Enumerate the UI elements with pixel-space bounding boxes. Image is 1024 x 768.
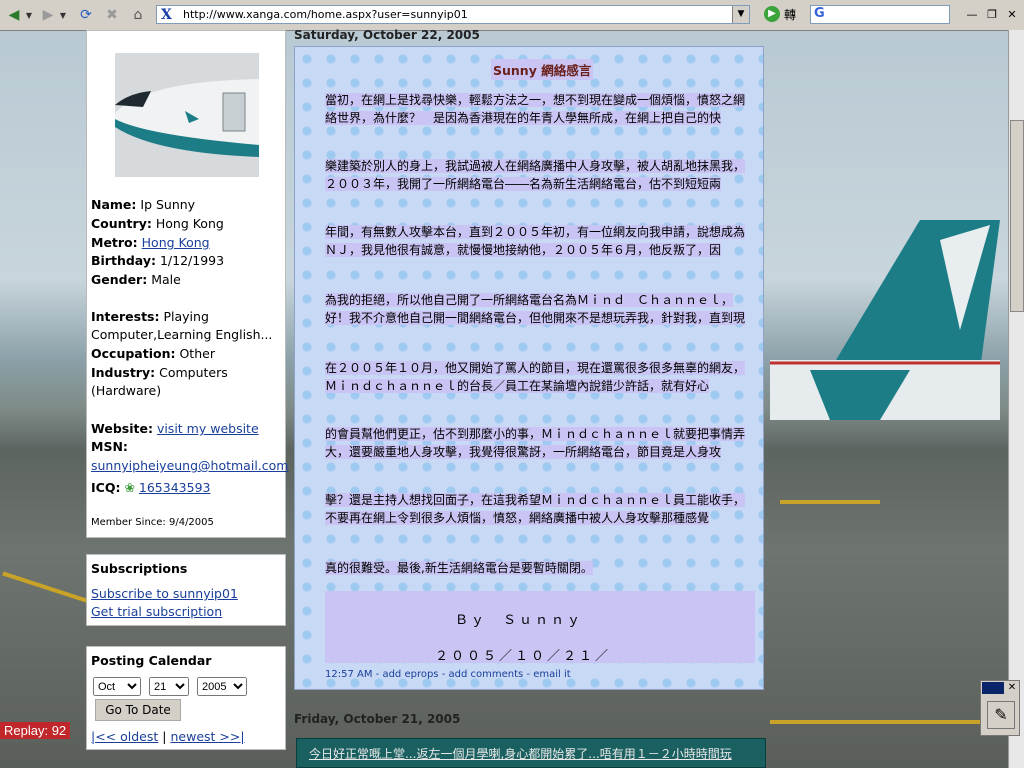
website-link[interactable]: visit my website: [157, 421, 259, 436]
post-title: Sunny 網絡感言: [491, 59, 594, 80]
google-logo: G: [814, 6, 825, 21]
browser-toolbar: ◀ ▼ ▶ ▼ ⟳ ✖ ⌂ X http://www.xanga.com/hom…: [0, 0, 1024, 31]
nav-separator: |: [162, 729, 167, 744]
subscribe-link[interactable]: Subscribe to sunnyip01: [91, 586, 238, 601]
subscriptions-title: Subscriptions: [91, 561, 188, 576]
go-to-date-button[interactable]: Go To Date: [95, 699, 181, 721]
profile-industry-cont: (Hardware): [91, 383, 162, 398]
address-url: http://www.xanga.com/home.aspx?user=sunn…: [183, 8, 468, 21]
subscriptions-panel: Subscriptions Subscribe to sunnyip01 Get…: [86, 554, 286, 626]
day-select[interactable]: 21: [149, 677, 189, 696]
trial-subscription-link[interactable]: Get trial subscription: [91, 604, 222, 619]
icq-flower-icon: ❀: [124, 480, 135, 495]
post-meta: 12:57 AM - add eprops - add comments - e…: [325, 669, 571, 680]
scrollbar-thumb[interactable]: [1010, 120, 1024, 312]
post-time-link[interactable]: 12:57 AM: [325, 669, 372, 680]
posting-calendar-panel: Posting Calendar Oct 21 2005 Go To Date …: [86, 646, 286, 750]
airplane-tail-image: [770, 220, 1000, 420]
post-signature-date: ２００５／１０／２１／: [325, 645, 755, 664]
replay-indicator: Replay: 92: [0, 722, 71, 739]
oldest-link[interactable]: |<< oldest: [91, 729, 158, 744]
back-arrow-icon[interactable]: ◀: [4, 5, 24, 25]
profile-photo-airplane: [115, 53, 259, 177]
mini-window-titlebar: [982, 682, 1004, 694]
pen-tool-icon[interactable]: ✎: [987, 701, 1015, 729]
post-paragraph: 當初，在網上是找尋快樂，輕鬆方法之一，想不到現在變成一個煩惱，憤怒之網絡世界，為…: [325, 93, 746, 125]
post-paragraph: 為我的拒絕，所以他自己開了一所網絡電台名為Ｍｉｎｄ Ｃｈａｎｎｅｌ，好！我不介意…: [325, 293, 746, 325]
trial-row: Get trial subscription: [91, 604, 222, 619]
post-paragraph: 真的很難受。最後,新生活網絡電台是要暫時關閉。: [325, 561, 593, 575]
runway-marking: [780, 500, 880, 504]
address-dropdown-icon[interactable]: ▼: [732, 6, 749, 23]
email-it-link[interactable]: email it: [533, 669, 570, 680]
address-bar[interactable]: X http://www.xanga.com/home.aspx?user=su…: [156, 5, 750, 24]
profile-occupation-row: Occupation: Other: [91, 346, 215, 361]
xanga-favicon-icon: X: [161, 7, 172, 23]
post-paragraph: 的會員幫他們更正，估不到那麼小的事，Ｍｉｎｄｃｈａｎｎｅｌ就要把事情弄大，還要嚴…: [325, 427, 746, 459]
profile-name-row: Name: Ip Sunny: [91, 197, 196, 212]
profile-country-row: Country: Hong Kong: [91, 216, 224, 231]
year-select[interactable]: 2005: [197, 677, 247, 696]
add-comments-link[interactable]: add comments: [448, 669, 523, 680]
back-dropdown-icon[interactable]: ▼: [24, 5, 34, 25]
profile-interests-row: Interests: Playing: [91, 309, 209, 324]
post-paragraph: 年間，有無數人攻擊本台，直到２００５年初，有一位網友向我申請，說想成為ＮＪ，我見…: [325, 225, 746, 257]
post-date-header: Saturday, October 22, 2005: [294, 28, 480, 42]
profile-gender-row: Gender: Male: [91, 272, 181, 287]
signature-spacer: [325, 627, 755, 645]
signature-spacer: [325, 591, 755, 609]
subscribe-row: Subscribe to sunnyip01: [91, 586, 238, 601]
profile-birthday-row: Birthday: 1/12/1993: [91, 253, 225, 268]
runway-marking: [770, 720, 1000, 724]
icq-link[interactable]: 165343593: [139, 480, 211, 495]
calendar-nav: |<< oldest | newest >>|: [91, 729, 245, 744]
profile-msn-label: MSN:: [91, 439, 128, 454]
post-paragraph: 在２００５年１０月，他又開始了罵人的節目，現在還罵很多很多無辜的網友，Ｍｉｎｄｃ…: [325, 361, 746, 393]
add-eprops-link[interactable]: add eprops: [382, 669, 438, 680]
restore-button[interactable]: ❐: [984, 7, 1000, 22]
month-select[interactable]: Oct: [93, 677, 141, 696]
post-paragraph: 樂建築於別人的身上，我試過被人在網絡廣播中人身攻擊，被人胡亂地抹黑我，２００３年…: [325, 159, 746, 191]
close-window-button[interactable]: ✕: [1004, 7, 1020, 22]
stop-icon[interactable]: ✖: [102, 5, 122, 25]
home-icon[interactable]: ⌂: [128, 5, 148, 25]
go-label[interactable]: 轉: [784, 6, 796, 23]
newest-link[interactable]: newest >>|: [170, 729, 244, 744]
blog-post: Sunny 網絡感言 當初，在網上是找尋快樂，輕鬆方法之一，想不到現在變成一個煩…: [294, 46, 764, 690]
google-search-box[interactable]: G: [810, 5, 950, 24]
metro-link[interactable]: Hong Kong: [142, 235, 210, 250]
forward-arrow-icon[interactable]: ▶: [38, 5, 58, 25]
next-post-text[interactable]: 今日好正常嘅上堂...返左一個月學喇,身心都開始累了...唔有用１－２小時時間玩: [309, 745, 732, 762]
profile-panel: Name: Ip Sunny Country: Hong Kong Metro:…: [86, 30, 288, 538]
profile-msn-row: sunnyipheiyeung@hotmail.com: [91, 458, 288, 473]
post-paragraph: 擊？還是主持人想找回面子，在這我希望Ｍｉｎｄｃｈａｎｎｅｌ員工能收手，不要再在網…: [325, 493, 746, 525]
post-date-header-2: Friday, October 21, 2005: [294, 712, 461, 726]
calendar-title: Posting Calendar: [91, 653, 212, 668]
refresh-icon[interactable]: ⟳: [76, 5, 96, 25]
profile-industry-row: Industry: Computers: [91, 365, 228, 380]
profile-icq-row: ICQ: ❀ 165343593: [91, 480, 211, 495]
mini-close-icon[interactable]: ✕: [1006, 682, 1018, 694]
minimize-button[interactable]: —: [964, 7, 980, 22]
profile-website-row: Website: visit my website: [91, 421, 259, 436]
go-arrow-icon[interactable]: ▶: [764, 6, 780, 22]
profile-metro-row: Metro: Hong Kong: [91, 235, 210, 250]
msn-email-link[interactable]: sunnyipheiyeung@hotmail.com: [91, 458, 288, 473]
profile-interests-cont: Computer,Learning English...: [91, 327, 273, 342]
mini-window-widget[interactable]: ✕ ✎: [980, 680, 1020, 736]
post-signature: Ｂｙ Ｓｕｎｎｙ: [325, 609, 755, 628]
forward-dropdown-icon[interactable]: ▼: [58, 5, 68, 25]
next-post-preview: 今日好正常嘅上堂...返左一個月學喇,身心都開始累了...唔有用１－２小時時間玩: [296, 738, 766, 768]
member-since: Member Since: 9/4/2005: [91, 517, 214, 528]
